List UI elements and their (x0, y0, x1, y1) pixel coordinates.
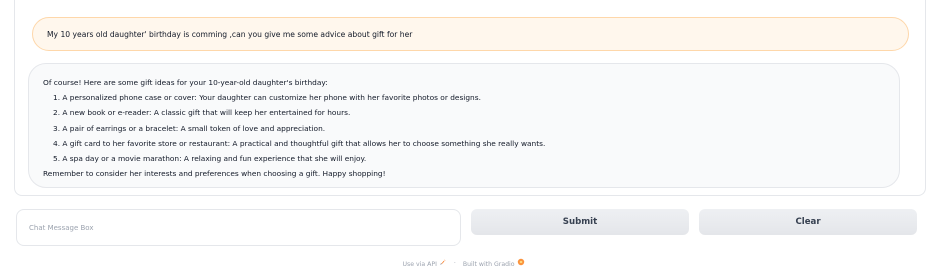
built-with-gradio-link[interactable]: Built with Gradio (463, 258, 525, 268)
bot-message-intro: Of course! Here are some gift ideas for … (43, 78, 328, 87)
gift-idea-item: 1. A personalized phone case or cover: Y… (53, 93, 481, 103)
bot-message-bubble: Of course! Here are some gift ideas for … (28, 63, 900, 188)
gift-idea-item: 2. A new book or e-reader: A classic gif… (53, 108, 351, 118)
bot-message-outro: Remember to consider her interests and p… (43, 169, 386, 179)
chat-message-input[interactable] (23, 216, 454, 240)
footer: Use via API · Built with Gradio (0, 256, 927, 270)
user-message-text: My 10 years old daughter' birthday is co… (47, 29, 413, 39)
clear-button[interactable]: Clear (699, 209, 917, 235)
submit-button[interactable]: Submit (471, 209, 689, 235)
chat-message-box (16, 209, 461, 246)
user-message-bubble: My 10 years old daughter' birthday is co… (32, 17, 909, 51)
footer-separator: · (453, 259, 456, 267)
use-via-api-label: Use via API (402, 261, 437, 268)
rocket-icon (440, 259, 446, 265)
gift-idea-list: 1. A personalized phone case or cover: Y… (43, 90, 885, 166)
built-with-gradio-label: Built with Gradio (462, 261, 515, 268)
use-via-api-link[interactable]: Use via API (402, 258, 446, 268)
gradio-logo-icon (517, 258, 524, 266)
gift-idea-item: 5. A spa day or a movie marathon: A rela… (53, 154, 367, 164)
gift-idea-item: 3. A pair of earrings or a bracelet: A s… (53, 123, 326, 133)
gift-idea-item: 4. A gift card to her favorite store or … (53, 138, 546, 148)
